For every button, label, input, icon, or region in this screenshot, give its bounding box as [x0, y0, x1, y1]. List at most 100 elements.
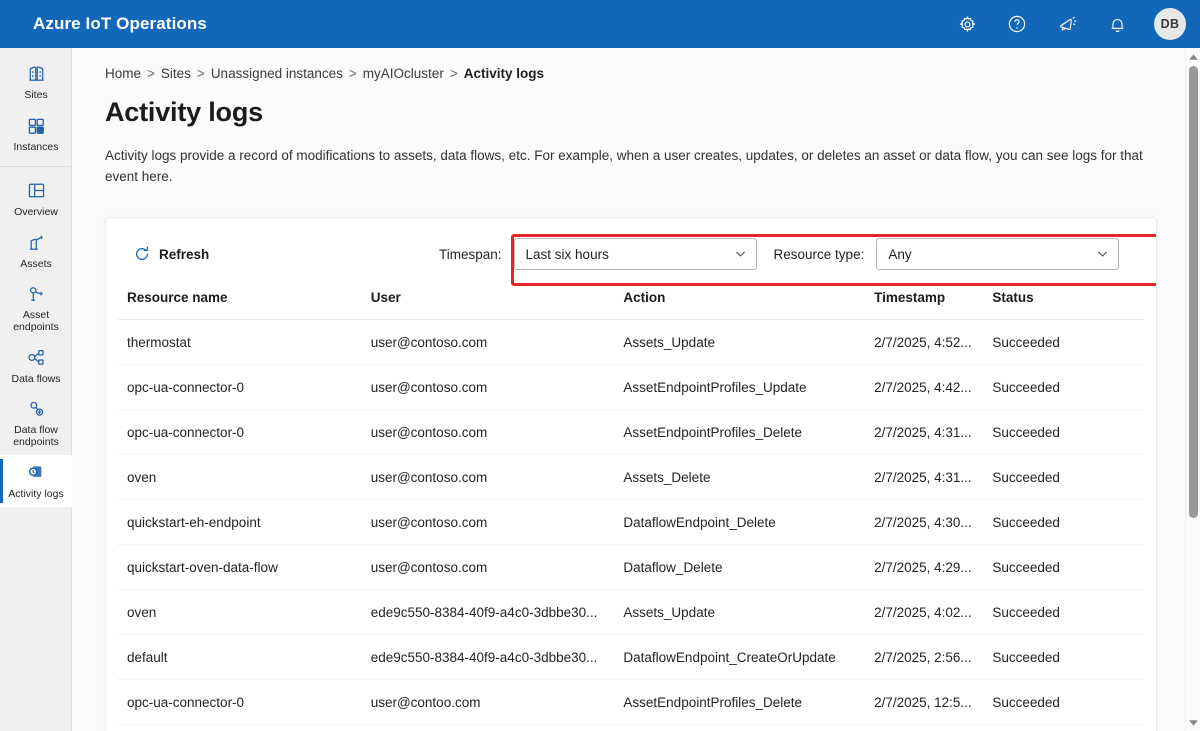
- cell-timestamp: 2/7/2025, 4:52...: [874, 319, 993, 365]
- activity-logs-table: Resource name User Action Timestamp Stat…: [118, 290, 1144, 725]
- cell-timestamp: 2/7/2025, 4:02...: [874, 589, 993, 635]
- cell-resource-name: oven: [118, 589, 371, 635]
- cell-resource-name: default: [118, 634, 371, 680]
- breadcrumb-item-unassigned-instances[interactable]: Unassigned instances: [211, 66, 343, 81]
- table-row[interactable]: quickstart-oven-data-flow user@contoso.c…: [118, 544, 1144, 590]
- cell-action: AssetEndpointProfiles_Update: [623, 364, 875, 410]
- data-flows-icon: [26, 347, 47, 369]
- sidebar-nav: Sites Instances Overview Assets Asset en…: [0, 48, 72, 731]
- column-header-user[interactable]: User: [370, 290, 624, 320]
- activity-logs-table-wrapper: Resource name User Action Timestamp Stat…: [106, 290, 1156, 725]
- data-flow-endpoints-icon: [26, 398, 47, 420]
- cell-resource-name: quickstart-eh-endpoint: [118, 499, 371, 545]
- scroll-up-icon[interactable]: [1186, 49, 1200, 65]
- instances-icon: [26, 115, 46, 137]
- sidebar-item-data-flow-endpoints[interactable]: Data flow endpoints: [0, 392, 72, 455]
- overview-icon: [26, 180, 47, 202]
- sidebar-item-instances[interactable]: Instances: [0, 108, 72, 160]
- breadcrumb-separator: >: [147, 66, 155, 81]
- cell-status: Succeeded: [992, 454, 1144, 500]
- cell-action: Assets_Delete: [623, 454, 875, 500]
- cell-status: Succeeded: [992, 634, 1144, 680]
- table-row[interactable]: quickstart-eh-endpoint user@contoso.com …: [118, 499, 1144, 545]
- breadcrumb-item-home[interactable]: Home: [105, 66, 141, 81]
- cell-user: user@contoso.com: [370, 544, 624, 590]
- timespan-filter: Timespan: Last six hours: [439, 238, 757, 270]
- page-scrollbar[interactable]: [1185, 48, 1200, 731]
- column-header-status[interactable]: Status: [992, 290, 1144, 320]
- sidebar-item-label: Overview: [14, 205, 58, 218]
- sidebar-item-activity-logs[interactable]: Activity logs: [0, 455, 72, 507]
- cell-user: user@contoso.com: [370, 499, 624, 545]
- table-body: thermostat user@contoso.com Assets_Updat…: [118, 319, 1144, 725]
- table-row[interactable]: oven ede9c550-8384-40f9-a4c0-3dbbe30... …: [118, 589, 1144, 635]
- main-content: Home > Sites > Unassigned instances > my…: [72, 48, 1185, 731]
- help-icon[interactable]: [1000, 7, 1034, 41]
- sidebar-item-overview[interactable]: Overview: [0, 173, 72, 225]
- cell-action: Dataflow_Delete: [623, 544, 875, 590]
- table-row[interactable]: thermostat user@contoso.com Assets_Updat…: [118, 319, 1144, 365]
- table-row[interactable]: opc-ua-connector-0 user@contoso.com Asse…: [118, 409, 1144, 455]
- cell-status: Succeeded: [992, 589, 1144, 635]
- cell-status: Succeeded: [992, 499, 1144, 545]
- assets-icon: [26, 232, 47, 254]
- sidebar-item-label: Sites: [24, 88, 48, 101]
- resource-type-value: Any: [888, 246, 912, 262]
- notifications-icon[interactable]: [1100, 7, 1134, 41]
- sidebar-item-label: Activity logs: [8, 487, 64, 500]
- table-row[interactable]: default ede9c550-8384-40f9-a4c0-3dbbe30.…: [118, 634, 1144, 680]
- sidebar-item-label: Assets: [20, 257, 52, 270]
- cell-timestamp: 2/7/2025, 2:56...: [874, 634, 993, 680]
- chevron-down-icon: [734, 248, 747, 261]
- cell-status: Succeeded: [992, 319, 1144, 365]
- table-row[interactable]: opc-ua-connector-0 user@contoso.com Asse…: [118, 364, 1144, 410]
- resource-type-select[interactable]: Any: [876, 238, 1120, 270]
- feedback-icon[interactable]: [1050, 7, 1084, 41]
- activity-logs-panel: Refresh Timespan: Last six hours Resourc…: [105, 217, 1157, 731]
- cell-timestamp: 2/7/2025, 4:29...: [874, 544, 993, 590]
- cell-timestamp: 2/7/2025, 4:31...: [874, 409, 993, 455]
- sidebar-item-data-flows[interactable]: Data flows: [0, 340, 72, 392]
- cell-timestamp: 2/7/2025, 4:31...: [874, 454, 993, 500]
- table-header: Resource name User Action Timestamp Stat…: [118, 290, 1144, 320]
- sidebar-item-label: Data flows: [11, 372, 61, 385]
- cell-action: AssetEndpointProfiles_Delete: [623, 679, 875, 725]
- table-header-row: Resource name User Action Timestamp Stat…: [118, 290, 1144, 320]
- timespan-label: Timespan:: [439, 246, 502, 262]
- resource-type-filter: Resource type: Any: [774, 238, 1120, 270]
- page-title: Activity logs: [105, 97, 263, 127]
- cell-resource-name: opc-ua-connector-0: [118, 364, 371, 410]
- settings-icon[interactable]: [950, 7, 984, 41]
- cell-resource-name: thermostat: [118, 319, 371, 365]
- timespan-value: Last six hours: [525, 246, 609, 262]
- scroll-down-icon[interactable]: [1186, 714, 1200, 730]
- top-header-bar: Azure IoT Operations DB: [0, 0, 1200, 48]
- cell-timestamp: 2/7/2025, 4:42...: [874, 364, 993, 410]
- timespan-select[interactable]: Last six hours: [513, 238, 757, 270]
- table-row[interactable]: oven user@contoso.com Assets_Delete 2/7/…: [118, 454, 1144, 500]
- user-avatar[interactable]: DB: [1154, 8, 1186, 40]
- sidebar-item-label: Instances: [13, 140, 59, 153]
- asset-endpoints-icon: [26, 283, 47, 305]
- refresh-button[interactable]: Refresh: [127, 241, 216, 267]
- sidebar-divider: [0, 166, 71, 167]
- scrollbar-thumb[interactable]: [1189, 66, 1198, 518]
- column-header-action[interactable]: Action: [623, 290, 875, 320]
- breadcrumb-item-myaiocluster[interactable]: myAIOcluster: [363, 66, 444, 81]
- sidebar-item-sites[interactable]: Sites: [0, 56, 72, 108]
- sidebar-item-asset-endpoints[interactable]: Asset endpoints: [0, 277, 72, 340]
- column-header-timestamp[interactable]: Timestamp: [874, 290, 993, 320]
- cell-resource-name: opc-ua-connector-0: [118, 409, 371, 455]
- cell-resource-name: oven: [118, 454, 371, 500]
- breadcrumb-item-sites[interactable]: Sites: [161, 66, 191, 81]
- refresh-label: Refresh: [159, 246, 210, 262]
- cell-timestamp: 2/7/2025, 4:30...: [874, 499, 993, 545]
- cell-status: Succeeded: [992, 544, 1144, 590]
- column-header-resource-name[interactable]: Resource name: [118, 290, 371, 320]
- table-row[interactable]: opc-ua-connector-0 user@contoo.com Asset…: [118, 679, 1144, 725]
- cell-timestamp: 2/7/2025, 12:5...: [874, 679, 993, 725]
- sidebar-item-label: Data flow endpoints: [13, 424, 59, 448]
- cell-resource-name: opc-ua-connector-0: [118, 679, 371, 725]
- cell-status: Succeeded: [992, 409, 1144, 455]
- sidebar-item-assets[interactable]: Assets: [0, 225, 72, 277]
